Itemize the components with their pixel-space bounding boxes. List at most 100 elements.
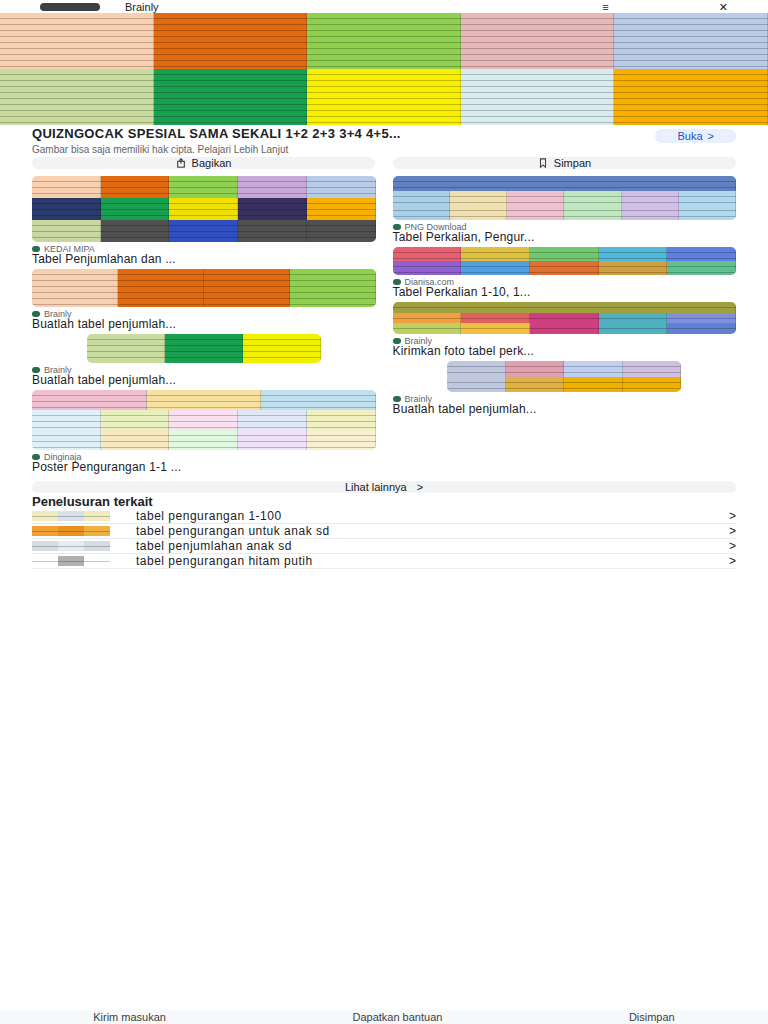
result-panel (599, 247, 668, 261)
result-card[interactable]: BrainlyBuatlah tabel penjumlah... (393, 361, 737, 415)
related-arrow[interactable]: > (729, 525, 736, 537)
result-panel (307, 198, 376, 220)
result-panel (101, 220, 170, 242)
result-card[interactable]: BrainlyBuatlah tabel penjumlah... (32, 269, 376, 330)
source-label: Dinginaja (44, 452, 82, 462)
related-label[interactable]: tabel pengurangan 1-100 (136, 510, 703, 522)
result-image[interactable] (393, 247, 737, 275)
result-panel (530, 313, 599, 324)
result-row (447, 361, 681, 377)
result-row (32, 410, 376, 430)
result-card[interactable]: KEDAI MIPATabel Penjumlahan dan ... (32, 176, 376, 265)
result-title[interactable]: Tabel Perkalian, Pengur... (393, 232, 737, 243)
result-card[interactable]: PNG DownloadTabel Perkalian, Pengur... (393, 176, 737, 243)
result-panel (32, 220, 101, 242)
source-label: Brainly (405, 394, 433, 404)
related-arrow[interactable]: > (729, 555, 736, 567)
thumb-strip (84, 526, 110, 536)
save-label[interactable]: Simpan (554, 157, 591, 169)
share-icon (176, 158, 186, 168)
result-panel (238, 176, 307, 198)
preview-image[interactable] (0, 13, 768, 125)
result-panel (530, 247, 599, 261)
result-image[interactable] (447, 361, 681, 392)
thumb-strip (32, 526, 58, 536)
result-title[interactable]: Buatlah tabel penjumlah... (32, 319, 376, 330)
preview-panel (307, 13, 461, 69)
source-label: Dianisa.com (405, 277, 455, 287)
related-label[interactable]: tabel pengurangan hitam putih (136, 555, 703, 567)
result-card[interactable]: BrainlyBuatlah tabel penjumlah... (32, 334, 376, 386)
favicon-icon (393, 279, 401, 285)
favicon-icon (32, 367, 40, 373)
result-title[interactable]: Tabel Perkalian 1-10, 1... (393, 287, 737, 298)
result-row (32, 176, 376, 198)
related-item[interactable]: tabel pengurangan 1-100 > (32, 509, 736, 524)
result-title[interactable]: Tabel Penjumlahan dan ... (32, 254, 376, 265)
open-arrow[interactable]: > (708, 130, 714, 142)
result-source: Brainly (393, 394, 737, 404)
open-button[interactable]: Buka > (655, 129, 736, 143)
related-label[interactable]: tabel penjumlahan anak sd (136, 540, 703, 552)
thumb-strip (84, 556, 110, 566)
menu-button[interactable]: ≡ (602, 1, 608, 13)
footer-link[interactable]: Dapatkan bantuan (352, 1011, 442, 1023)
result-card[interactable]: BrainlyKirimkan foto tabel perk... (393, 302, 737, 357)
result-panel (393, 247, 462, 261)
save-button[interactable]: Simpan (393, 157, 736, 169)
result-image[interactable] (87, 334, 321, 363)
result-image[interactable] (32, 269, 376, 307)
result-title[interactable]: Buatlah tabel penjumlah... (32, 375, 376, 386)
related-arrow[interactable]: > (729, 540, 736, 552)
result-title[interactable]: Poster Pengurangan 1-1 ... (32, 462, 376, 473)
action-row: Bagikan Simpan (0, 157, 768, 172)
related-thumbnail (32, 541, 110, 551)
result-row (393, 323, 737, 334)
more-arrow[interactable]: > (417, 481, 423, 493)
result-card[interactable]: DinginajaPoster Pengurangan 1-1 ... (32, 390, 376, 473)
result-panel (238, 220, 307, 242)
footer-link[interactable]: Kirim masukan (93, 1011, 166, 1023)
result-image[interactable] (32, 176, 376, 242)
preview-panel (614, 13, 768, 69)
share-button[interactable]: Bagikan (32, 157, 375, 169)
related-item[interactable]: tabel penjumlahan anak sd > (32, 539, 736, 554)
result-panel (564, 361, 622, 377)
result-panel (101, 410, 170, 430)
close-button[interactable]: ✕ (719, 1, 728, 13)
related-label[interactable]: tabel pengurangan untuk anak sd (136, 525, 703, 537)
result-card[interactable]: Dianisa.comTabel Perkalian 1-10, 1... (393, 247, 737, 298)
related-thumbnail (32, 511, 110, 521)
share-label[interactable]: Bagikan (192, 157, 232, 169)
more-label[interactable]: Lihat lainnya (345, 481, 407, 493)
result-title[interactable]: Kirimkan foto tabel perk... (393, 346, 737, 357)
result-panel (169, 410, 238, 430)
related-arrow[interactable]: > (729, 510, 736, 522)
open-label[interactable]: Buka (677, 130, 702, 142)
result-row (393, 205, 737, 220)
footer: Kirim masukan Dapatkan bantuan Disimpan (0, 1010, 768, 1024)
result-image[interactable] (393, 302, 737, 334)
result-panel (32, 269, 118, 307)
result-panel (599, 261, 668, 275)
bookmark-icon (538, 158, 548, 168)
thumb-strip (84, 541, 110, 551)
result-panel (506, 377, 564, 393)
result-source: Brainly (32, 365, 376, 375)
related-item[interactable]: tabel pengurangan hitam putih > (32, 554, 736, 569)
copyright-notice[interactable]: Gambar bisa saja memiliki hak cipta. Pel… (0, 143, 768, 157)
footer-link[interactable]: Disimpan (629, 1011, 675, 1023)
result-title[interactable]: Buatlah tabel penjumlah... (393, 404, 737, 415)
result-image[interactable] (393, 176, 737, 220)
source-name[interactable]: Brainly (125, 1, 159, 13)
result-source: Dinginaja (32, 452, 376, 462)
result-panel (507, 205, 564, 220)
result-panel (461, 323, 530, 334)
related-item[interactable]: tabel pengurangan untuk anak sd > (32, 524, 736, 539)
results-grid: KEDAI MIPATabel Penjumlahan dan ...Brain… (0, 172, 768, 473)
source-label: Brainly (405, 336, 433, 346)
result-image[interactable] (32, 390, 376, 450)
result-row (447, 377, 681, 393)
result-panel (101, 430, 170, 450)
more-button[interactable]: Lihat lainnya > (32, 481, 736, 493)
